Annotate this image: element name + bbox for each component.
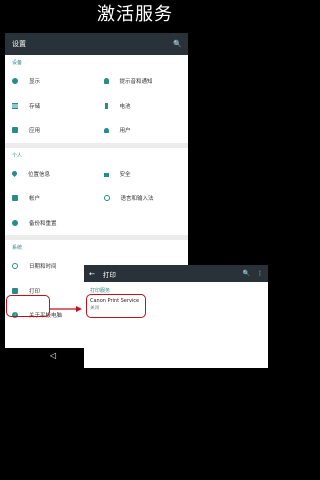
settings-item-datetime[interactable]: 日期和时间: [5, 254, 97, 279]
print-toolbar: ← 打印 🔍 ⋮: [84, 265, 268, 282]
settings-item-accounts[interactable]: 帐户: [5, 186, 97, 211]
service-item-highlight: [86, 294, 146, 318]
settings-title: 设置: [12, 40, 26, 48]
settings-item-label: 打印: [29, 288, 41, 295]
back-arrow-icon[interactable]: ←: [89, 270, 95, 278]
settings-item-label: 显示: [29, 79, 41, 86]
settings-item-label: 电池: [119, 103, 131, 110]
settings-item-battery[interactable]: 电池: [97, 94, 189, 119]
storage-icon: [12, 102, 18, 109]
bell-icon: [103, 78, 109, 85]
settings-item-label: 用户: [119, 128, 131, 135]
cloud-icon: [12, 219, 18, 226]
settings-item-location[interactable]: 位置信息: [5, 162, 97, 187]
nav-back-icon[interactable]: ◁: [50, 351, 56, 360]
apps-icon: [12, 127, 18, 134]
section-header-system: 系统: [12, 245, 23, 251]
print-services-header: 打印服务: [90, 288, 111, 294]
settings-item-storage[interactable]: 存储: [5, 94, 97, 119]
settings-item-users[interactable]: 用户: [97, 118, 189, 143]
section-personal: 个人 位置信息 安全 帐户 语言和输入法 备份和重置: [5, 147, 189, 240]
section-header-device: 设备: [12, 60, 23, 66]
settings-item-apps[interactable]: 应用: [5, 118, 97, 143]
user-icon: [103, 127, 109, 133]
battery-icon: [104, 102, 108, 109]
more-vert-icon[interactable]: ⋮: [257, 270, 263, 277]
settings-item-notifications[interactable]: 提示音和通知: [97, 69, 189, 94]
settings-item-language[interactable]: 语言和输入法: [97, 186, 189, 211]
printer-icon: [12, 287, 18, 294]
settings-item-label: 安全: [119, 171, 131, 178]
settings-item-label: 提示音和通知: [119, 79, 153, 86]
settings-item-backup[interactable]: 备份和重置: [5, 211, 97, 236]
print-item-highlight: [6, 295, 50, 317]
section-device: 设备 显示 提示音和通知 存储 电池 应用 用户: [5, 55, 188, 148]
settings-item-label: 应用: [29, 128, 41, 135]
brightness-icon: [12, 78, 18, 85]
location-pin-icon: [10, 170, 19, 178]
banner-title: 激活服务: [97, 4, 173, 25]
navigation-bar: ◁: [0, 348, 84, 368]
print-title: 打印: [102, 270, 116, 279]
arrow-icon: [50, 306, 82, 312]
search-icon[interactable]: 🔍: [173, 40, 182, 48]
section-header-personal: 个人: [12, 152, 23, 159]
search-icon[interactable]: 🔍: [243, 270, 250, 277]
clock-icon: [12, 263, 18, 270]
settings-item-label: 语言和输入法: [120, 196, 154, 203]
settings-item-label: 位置信息: [28, 171, 51, 178]
settings-toolbar: 设置 🔍: [5, 33, 188, 55]
settings-item-label: 帐户: [29, 196, 41, 203]
settings-item-security[interactable]: 安全: [97, 162, 189, 187]
settings-item-label: 存储: [29, 103, 41, 110]
settings-item-display[interactable]: 显示: [5, 69, 97, 94]
globe-icon: [103, 195, 110, 202]
settings-item-label: 日期和时间: [29, 264, 57, 271]
account-icon: [12, 195, 18, 202]
lock-icon: [103, 172, 109, 177]
settings-item-label: 备份和重置: [29, 220, 57, 227]
